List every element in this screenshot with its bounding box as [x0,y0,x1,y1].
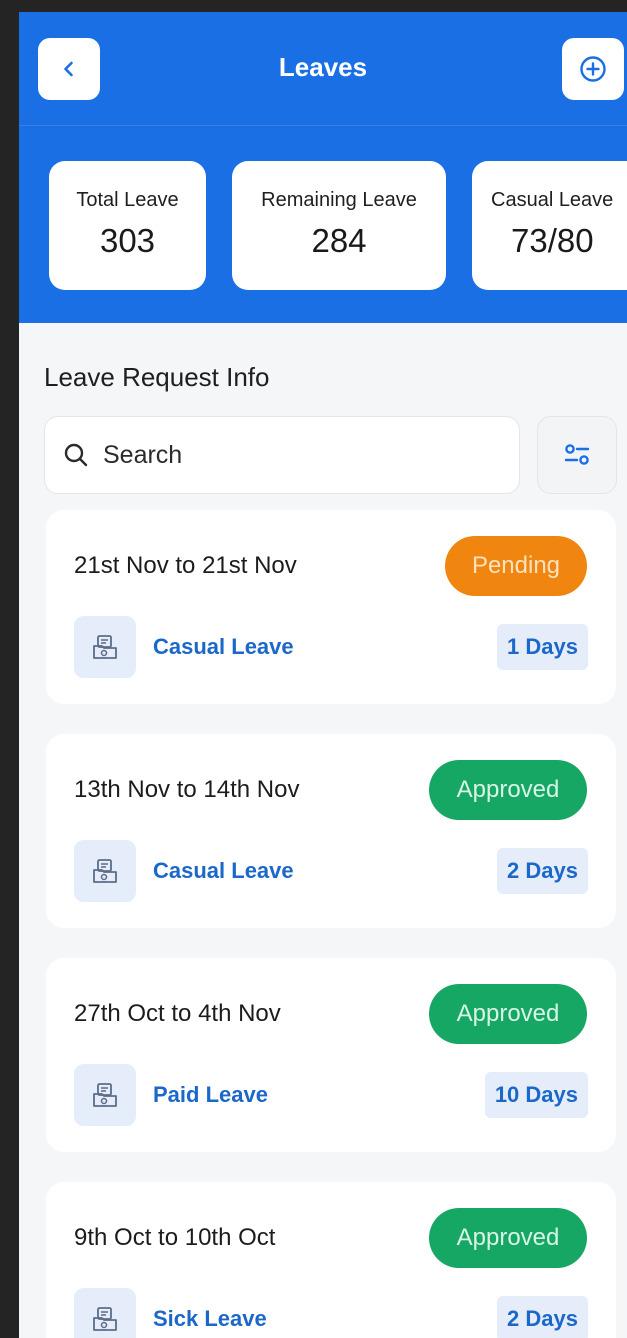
status-badge-pending: Pending [445,536,587,596]
stat-label: Remaining Leave [261,189,417,211]
leave-duration-badge: 10 Days [484,1072,588,1118]
search-bar[interactable] [44,416,520,494]
status-badge-approved: Approved [429,760,587,820]
stat-card-casual-leave: Casual Leave 73/80 [472,161,627,290]
filter-button[interactable] [537,416,617,494]
leave-request-card[interactable]: 21st Nov to 21st Nov Pending Casual Leav… [46,510,616,704]
leave-date-range: 9th Oct to 10th Oct [74,1224,276,1251]
status-badge-approved: Approved [429,1208,587,1268]
leave-date-range: 27th Oct to 4th Nov [74,1000,281,1027]
leave-request-card[interactable]: 13th Nov to 14th Nov Approved Casual Lea… [46,734,616,928]
leave-duration-badge: 2 Days [497,848,588,894]
stat-label: Total Leave [76,189,179,211]
document-icon [93,1307,117,1331]
leave-type-label: Paid Leave [153,1082,268,1107]
leave-request-card[interactable]: 27th Oct to 4th Nov Approved Paid Leave … [46,958,616,1152]
stat-value: 73/80 [511,222,594,259]
leave-type-icon [74,616,136,678]
header-divider [19,125,627,126]
stat-label: Casual Leave [491,189,614,211]
document-icon [93,635,117,659]
stat-value: 284 [311,222,367,259]
plus-circle-icon [580,56,606,82]
status-badge-approved: Approved [429,984,587,1044]
add-leave-button[interactable] [562,38,624,100]
filter-sliders-icon [564,444,590,465]
leave-type-label: Casual Leave [153,634,294,659]
document-icon [93,859,117,883]
document-icon [93,1083,117,1107]
stat-card-remaining-leave: Remaining Leave 284 [232,161,446,290]
leave-duration-badge: 1 Days [497,624,588,670]
stat-value: 303 [99,222,156,259]
leave-type-icon [74,840,136,902]
app-screen: Leaves Total Leave 303 Remaining Leave 2… [19,12,627,1338]
leave-request-card[interactable]: 9th Oct to 10th Oct Approved Sick Leave … [46,1182,616,1338]
leave-type-icon [74,1288,136,1338]
leave-date-range: 21st Nov to 21st Nov [74,552,297,579]
header: Leaves Total Leave 303 Remaining Leave 2… [19,12,627,323]
section-title: Leave Request Info [44,362,270,392]
leave-date-range: 13th Nov to 14th Nov [74,776,300,803]
leave-type-label: Casual Leave [153,858,294,883]
leave-duration-badge: 2 Days [497,1296,588,1338]
page-title: Leaves [278,52,368,82]
leave-type-label: Sick Leave [153,1306,267,1331]
search-input[interactable] [103,440,483,470]
leave-type-icon [74,1064,136,1126]
search-icon [64,443,88,467]
stat-card-total-leave: Total Leave 303 [49,161,206,290]
